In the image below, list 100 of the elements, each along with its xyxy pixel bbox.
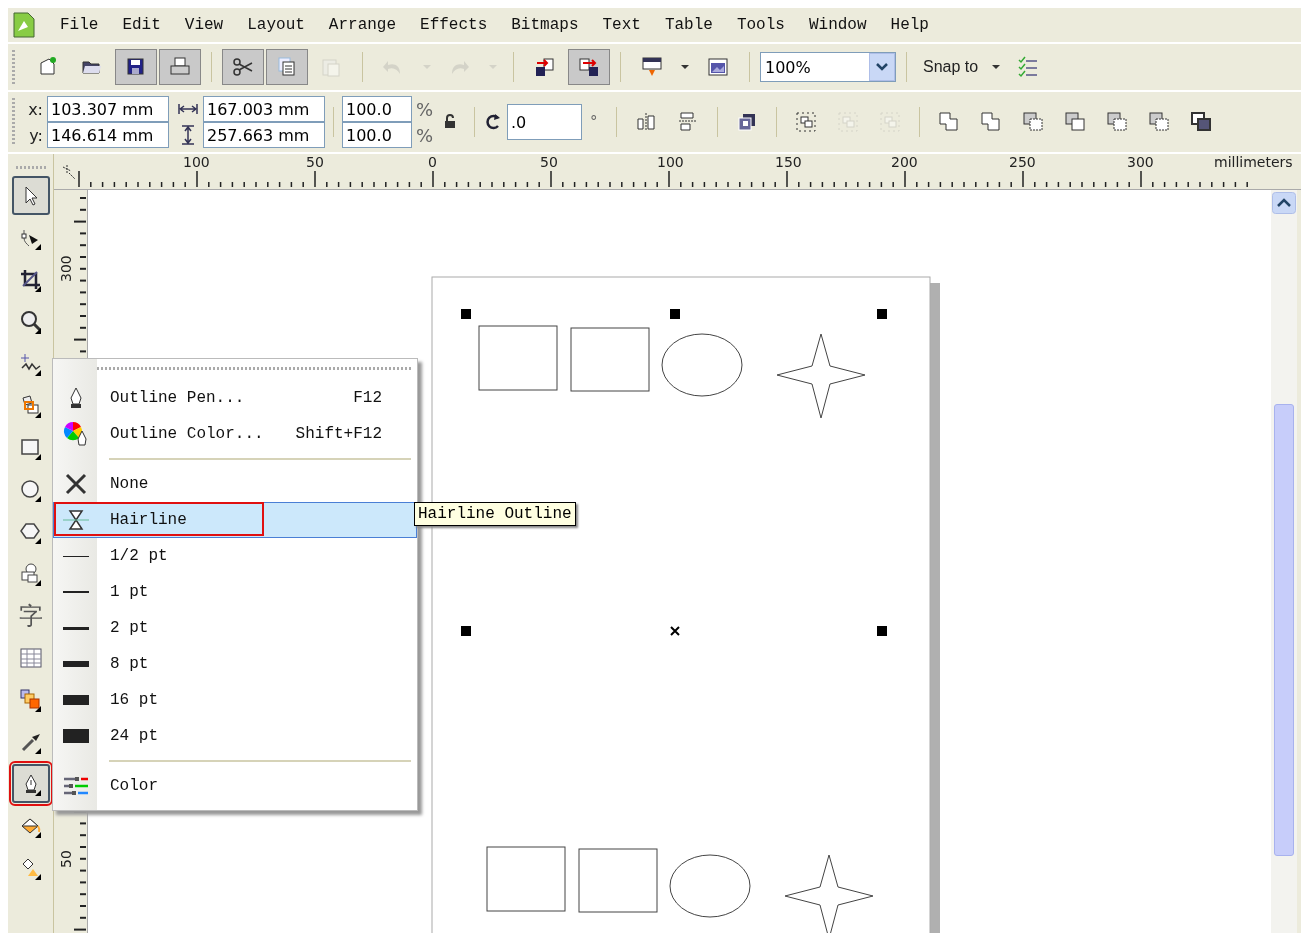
width-field[interactable]: 167.003 mm xyxy=(203,96,325,122)
hourglass-icon xyxy=(63,509,89,531)
menu-item[interactable]: Help xyxy=(890,16,929,34)
menu-item[interactable]: 1 pt xyxy=(53,574,417,610)
intersect-icon xyxy=(1021,110,1045,134)
y-label: y: xyxy=(28,125,43,145)
y-field[interactable]: 146.614 mm xyxy=(47,122,169,148)
ruler-label: millimeters xyxy=(1214,154,1293,170)
menu-item[interactable]: 16 pt xyxy=(53,682,417,718)
selection-handle[interactable] xyxy=(461,309,471,319)
ruler-label: 250 xyxy=(1009,154,1036,170)
ruler-label: 50 xyxy=(58,850,74,868)
menu-item[interactable]: Tools xyxy=(736,16,785,34)
menu-item[interactable]: Table xyxy=(664,16,713,34)
close-icon xyxy=(65,473,87,495)
ruler-label: 50 xyxy=(306,154,324,170)
shortcut-text: F12 xyxy=(353,389,383,407)
front-minus-icon xyxy=(1105,110,1129,134)
sliders-icon xyxy=(63,776,89,796)
ruler-label: 200 xyxy=(891,154,918,170)
degree-label: ° xyxy=(590,113,599,131)
squares-icon xyxy=(18,687,43,712)
selection-handle[interactable] xyxy=(670,309,680,319)
shapes-icon xyxy=(18,561,43,586)
trim-icon xyxy=(979,110,1003,134)
ruler-label: 150 xyxy=(775,154,802,170)
scale-x-field[interactable]: 100.0 xyxy=(342,96,412,122)
magnifier-icon xyxy=(18,309,43,334)
ruler-label: 100 xyxy=(657,154,684,170)
weld-icon xyxy=(937,110,961,134)
toolbar-button[interactable] xyxy=(568,49,610,85)
selection-handle[interactable] xyxy=(877,309,887,319)
x-field[interactable]: 103.307 mm xyxy=(47,96,169,122)
scale-y-field[interactable]: 100.0 xyxy=(342,122,412,148)
scroll-up-icon xyxy=(1272,192,1296,214)
line-width-icon xyxy=(63,661,89,667)
welcome-icon xyxy=(706,55,730,79)
line-width-icon xyxy=(63,555,89,557)
line-width-icon xyxy=(63,695,89,705)
selection-handle[interactable] xyxy=(461,626,471,636)
rotation-field[interactable]: .0 xyxy=(507,104,582,140)
back-minus-icon xyxy=(1147,110,1171,134)
export-icon xyxy=(577,55,601,79)
line-width-icon xyxy=(63,591,89,593)
ruler-label: 50 xyxy=(540,154,558,170)
ungroup-all-icon xyxy=(878,110,902,134)
menu-item[interactable]: 2 pt xyxy=(53,610,417,646)
checklist-icon xyxy=(1017,55,1040,79)
menu-item[interactable]: Effects xyxy=(420,16,488,34)
zoom-field[interactable]: 100% xyxy=(760,52,896,82)
percent-label: % xyxy=(416,124,434,146)
color-wheel-icon xyxy=(63,421,89,447)
menu-item[interactable]: 24 pt xyxy=(53,718,417,754)
tool-button[interactable] xyxy=(11,764,50,803)
menu-item[interactable]: Color xyxy=(53,768,417,804)
menu-item[interactable]: Hairline xyxy=(53,502,417,538)
cut-icon xyxy=(231,55,255,79)
menu-item[interactable]: None xyxy=(53,466,417,502)
center-mark[interactable] xyxy=(670,626,680,636)
ruler-label: 300 xyxy=(1127,154,1154,170)
import-icon xyxy=(533,55,557,79)
menu-item[interactable]: Layout xyxy=(247,16,305,34)
squiggle-icon xyxy=(18,351,43,376)
selection-handle[interactable] xyxy=(877,626,887,636)
snap-button[interactable]: Snap to xyxy=(917,58,985,76)
dropdown-icon xyxy=(488,64,498,70)
scrollbar[interactable] xyxy=(1271,190,1297,933)
menu-item[interactable]: View xyxy=(184,16,224,34)
menu-item[interactable]: Edit xyxy=(122,16,161,34)
scroll-thumb[interactable] xyxy=(1274,404,1294,856)
menu-item[interactable]: Text xyxy=(602,16,641,34)
ruler-label: 0 xyxy=(428,154,437,170)
group-icon xyxy=(794,110,818,134)
tool-button[interactable] xyxy=(11,176,50,215)
line-width-icon xyxy=(63,626,89,630)
menu-item[interactable]: Outline Color... Shift+F12 xyxy=(53,416,417,452)
table-icon xyxy=(18,645,43,670)
tool-button[interactable]: 字 xyxy=(11,596,50,635)
chevron-down-icon xyxy=(875,62,889,72)
tooltip: Hairline Outline xyxy=(414,502,576,526)
menu-item[interactable]: Bitmaps xyxy=(511,16,579,34)
menu-item[interactable]: File xyxy=(60,16,99,34)
app-logo-icon xyxy=(12,11,36,39)
dropdown-icon xyxy=(680,64,690,70)
height-field[interactable]: 257.663 mm xyxy=(203,122,325,148)
menu-item[interactable]: Outline Pen... F12 xyxy=(53,380,417,416)
crop-icon xyxy=(18,267,43,292)
dropdown-icon xyxy=(422,64,432,70)
toolbar-button[interactable] xyxy=(222,49,264,85)
menu-item[interactable]: Arrange xyxy=(328,16,397,34)
line-width-icon xyxy=(63,729,89,743)
simplify-icon xyxy=(1063,110,1087,134)
ruler-label: 100 xyxy=(183,154,210,170)
menu-item[interactable]: 8 pt xyxy=(53,646,417,682)
menu-item[interactable]: Window xyxy=(808,16,867,34)
x-label: x: xyxy=(27,99,43,119)
toolbar-button[interactable] xyxy=(115,49,157,85)
ruler-label: 300 xyxy=(58,255,74,282)
menu-item[interactable]: 1/2 pt xyxy=(53,538,417,574)
padlock-icon xyxy=(443,114,457,130)
